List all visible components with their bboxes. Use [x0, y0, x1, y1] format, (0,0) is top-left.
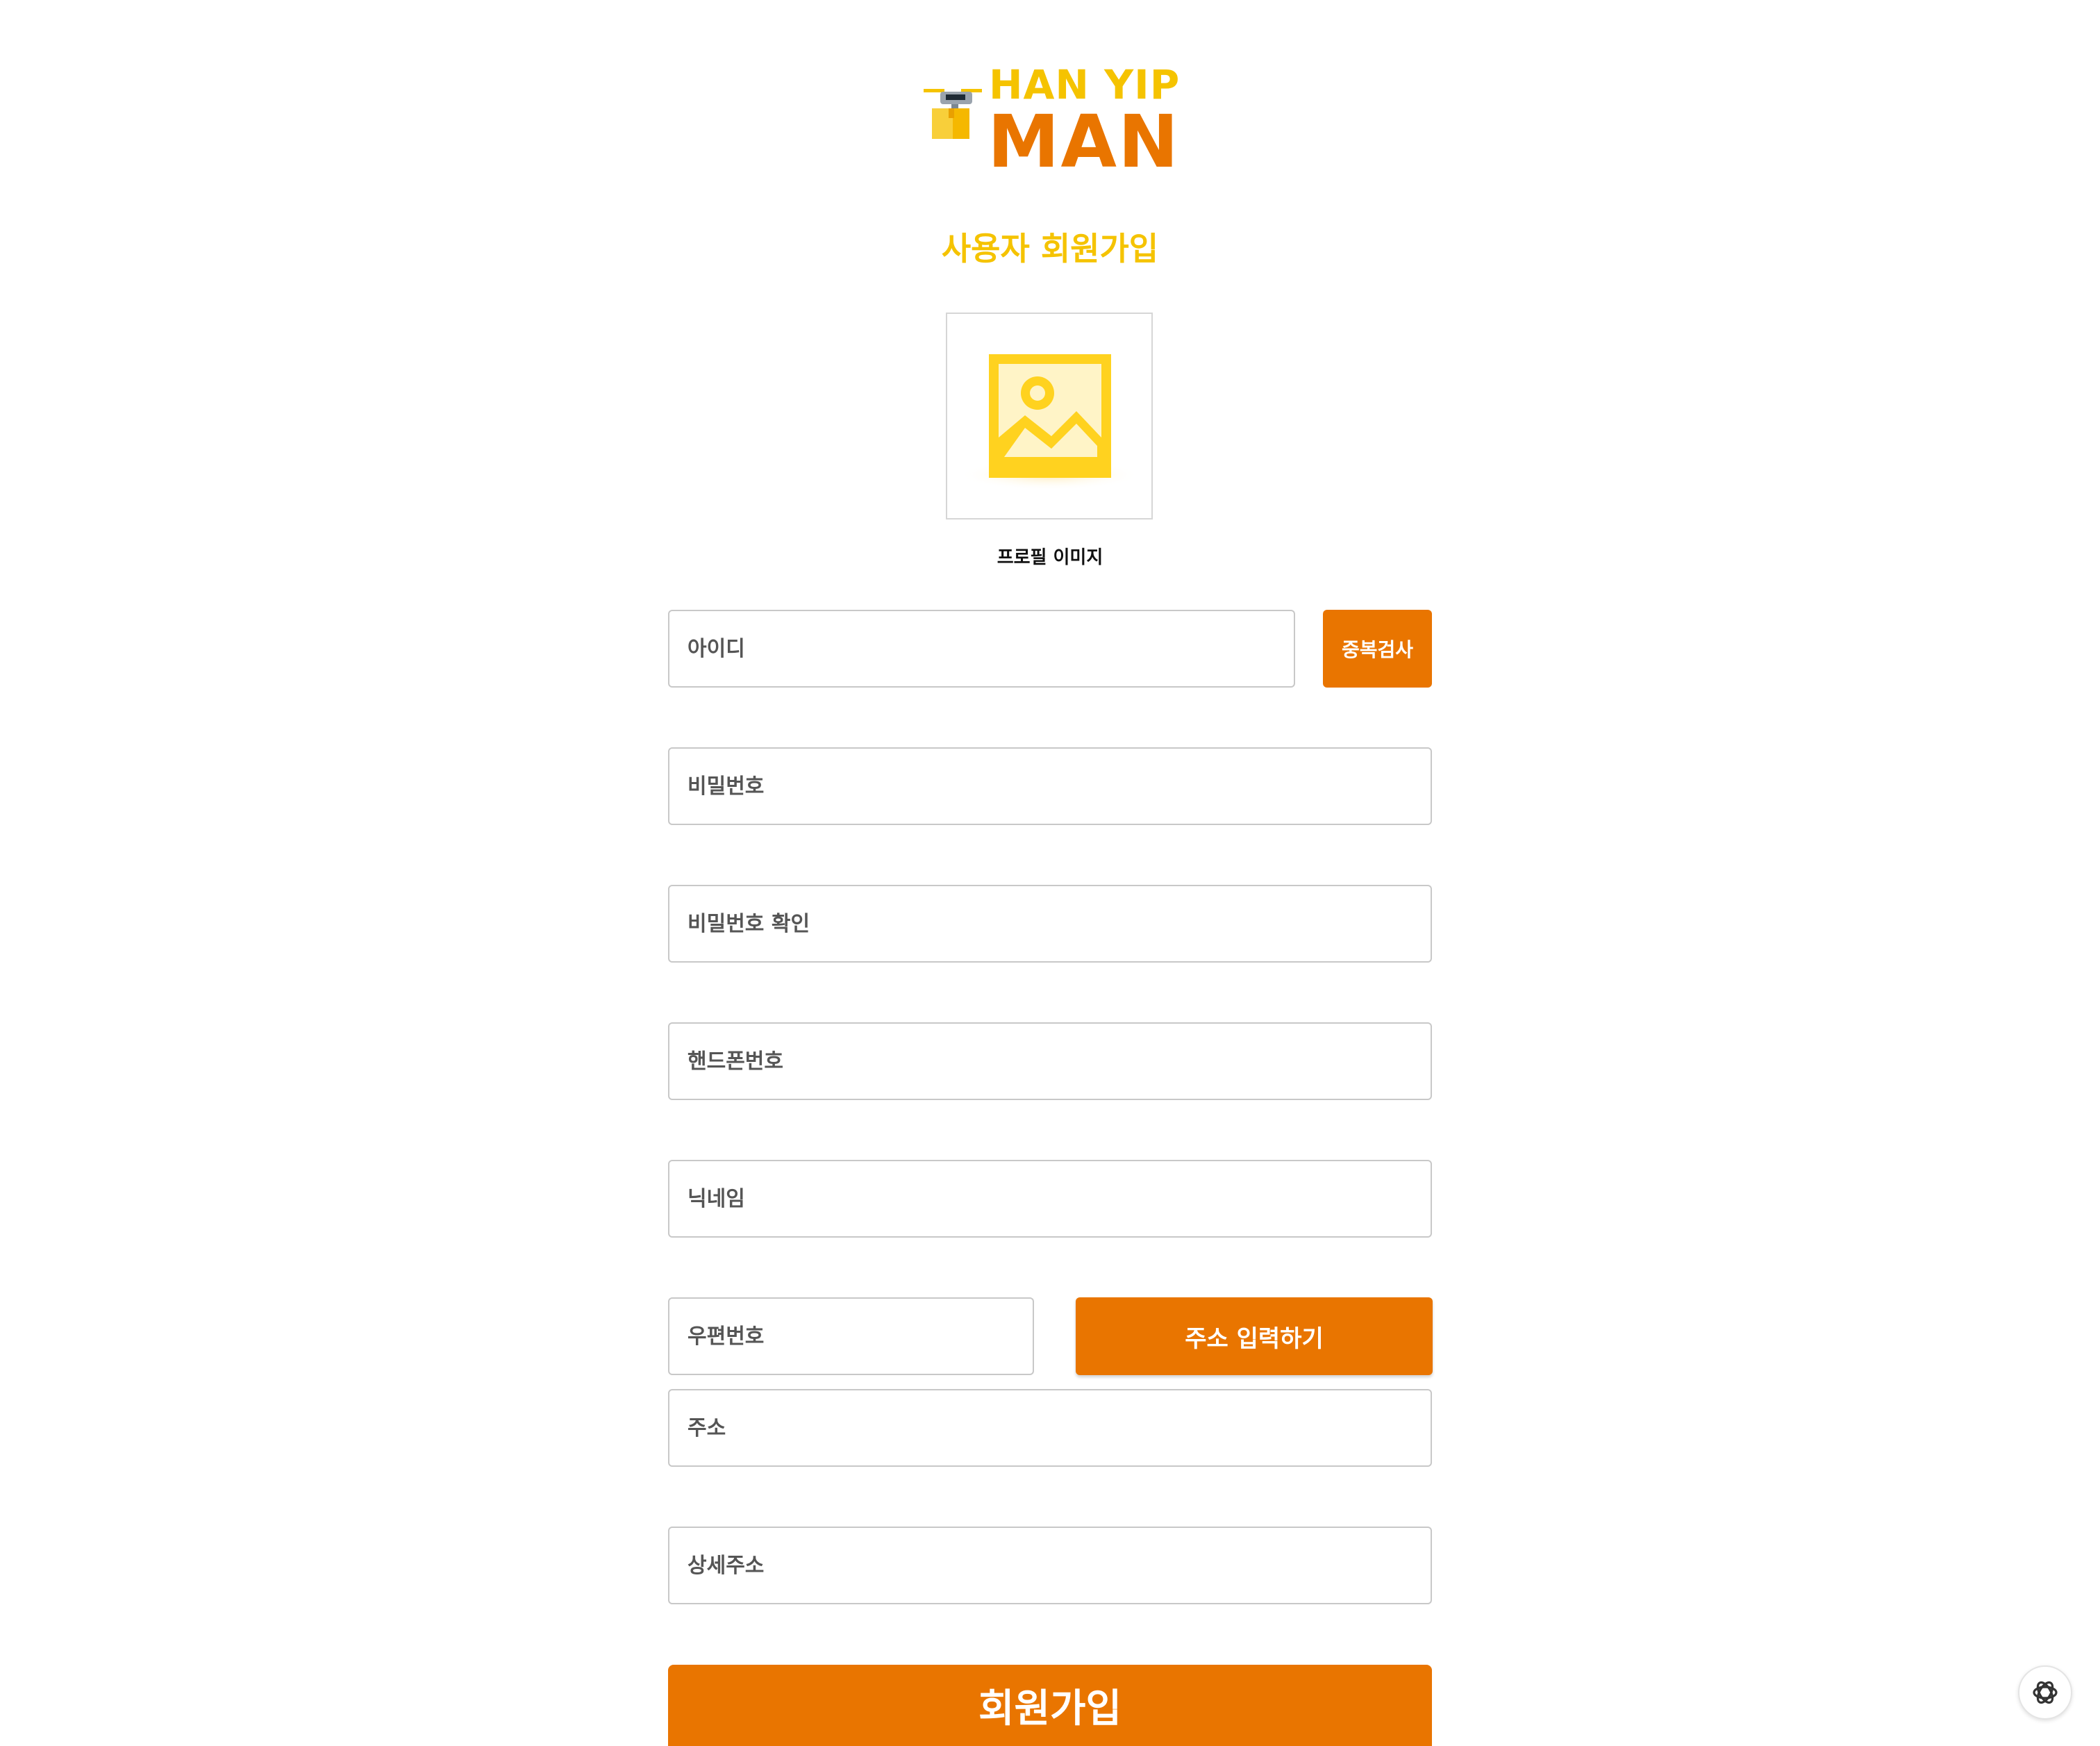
page-title: 사용자 회원가입 — [941, 230, 1159, 267]
zipcode-input[interactable] — [668, 1297, 1034, 1375]
id-input[interactable] — [668, 610, 1295, 688]
address-input[interactable] — [668, 1389, 1432, 1467]
profile-image-upload[interactable] — [946, 313, 1153, 519]
assistant-button[interactable] — [2018, 1665, 2072, 1720]
assistant-icon — [2033, 1681, 2058, 1704]
password-confirm-input[interactable] — [668, 885, 1432, 963]
address-detail-input[interactable] — [668, 1527, 1432, 1604]
signup-submit-button[interactable]: 회원가입 — [668, 1665, 1432, 1746]
brand-line2: MAN — [988, 99, 1181, 184]
brand-logo: HAN YIP MAN — [921, 63, 1185, 178]
duplicate-check-button[interactable]: 중복검사 — [1323, 610, 1432, 688]
phone-input[interactable] — [668, 1022, 1432, 1100]
drone-delivery-icon — [924, 89, 982, 139]
nickname-input[interactable] — [668, 1160, 1432, 1238]
address-search-button[interactable]: 주소 입력하기 — [1076, 1297, 1433, 1375]
password-input[interactable] — [668, 747, 1432, 825]
image-placeholder-icon — [959, 354, 1140, 490]
profile-image-label: 프로필 이미지 — [997, 547, 1103, 568]
